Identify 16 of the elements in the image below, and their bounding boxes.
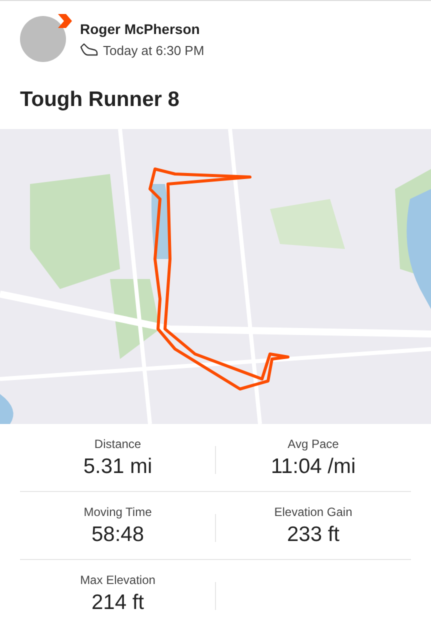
stat-label: Max Elevation: [80, 572, 156, 586]
avatar[interactable]: [20, 16, 66, 62]
stat-value: 214 ft: [91, 590, 144, 614]
stat-value: 11:04 /mi: [270, 454, 356, 478]
athlete-name[interactable]: Roger McPherson: [80, 20, 204, 36]
shoe-icon: [80, 43, 98, 57]
stat-label: Elevation Gain: [274, 504, 352, 518]
stat-value: 5.31 mi: [83, 454, 152, 478]
activity-title: Tough Runner 8: [20, 88, 180, 112]
activity-time: Today at 6:30 PM: [103, 42, 204, 58]
chevron-badge-icon: [58, 14, 72, 28]
stat-label: Moving Time: [84, 504, 152, 518]
stat-value: 233 ft: [286, 522, 340, 546]
stat-value: 58:48: [91, 522, 144, 546]
stat-label: Distance: [94, 436, 142, 450]
stat-label: Avg Pace: [288, 436, 339, 450]
